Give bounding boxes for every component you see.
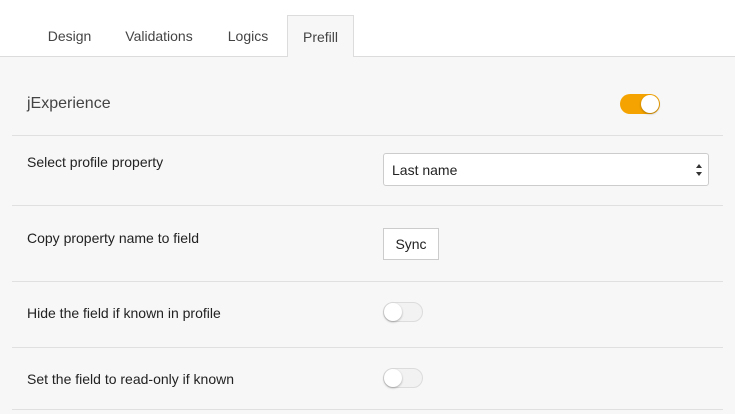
prefill-panel: jExperience Select profile property Last… — [0, 57, 735, 414]
tab-validations[interactable]: Validations — [113, 15, 205, 57]
hide-if-known-toggle[interactable] — [383, 302, 423, 322]
toggle-knob — [384, 369, 402, 387]
read-only-label: Set the field to read-only if known — [27, 371, 235, 387]
tab-bar: Design Validations Logics Prefill — [0, 0, 735, 58]
hide-if-known-label: Hide the field if known in profile — [27, 305, 221, 321]
jexperience-section-header: jExperience — [12, 57, 723, 136]
tab-prefill[interactable]: Prefill — [287, 15, 354, 58]
tab-prefill-label: Prefill — [302, 28, 338, 45]
tab-design-label: Design — [47, 28, 92, 44]
jexperience-toggle[interactable] — [620, 94, 660, 114]
hide-if-known-row: Hide the field if known in profile — [12, 282, 723, 348]
tab-validations-label: Validations — [125, 28, 193, 44]
tab-logics[interactable]: Logics — [216, 15, 280, 57]
toggle-knob — [384, 303, 402, 321]
tab-design[interactable]: Design — [32, 15, 107, 57]
read-only-row: Set the field to read-only if known — [12, 348, 723, 410]
copy-property-divider — [12, 206, 723, 282]
read-only-toggle[interactable] — [383, 368, 423, 388]
toggle-knob — [641, 95, 659, 113]
section-title: jExperience — [27, 95, 111, 112]
tab-logics-label: Logics — [227, 28, 269, 44]
